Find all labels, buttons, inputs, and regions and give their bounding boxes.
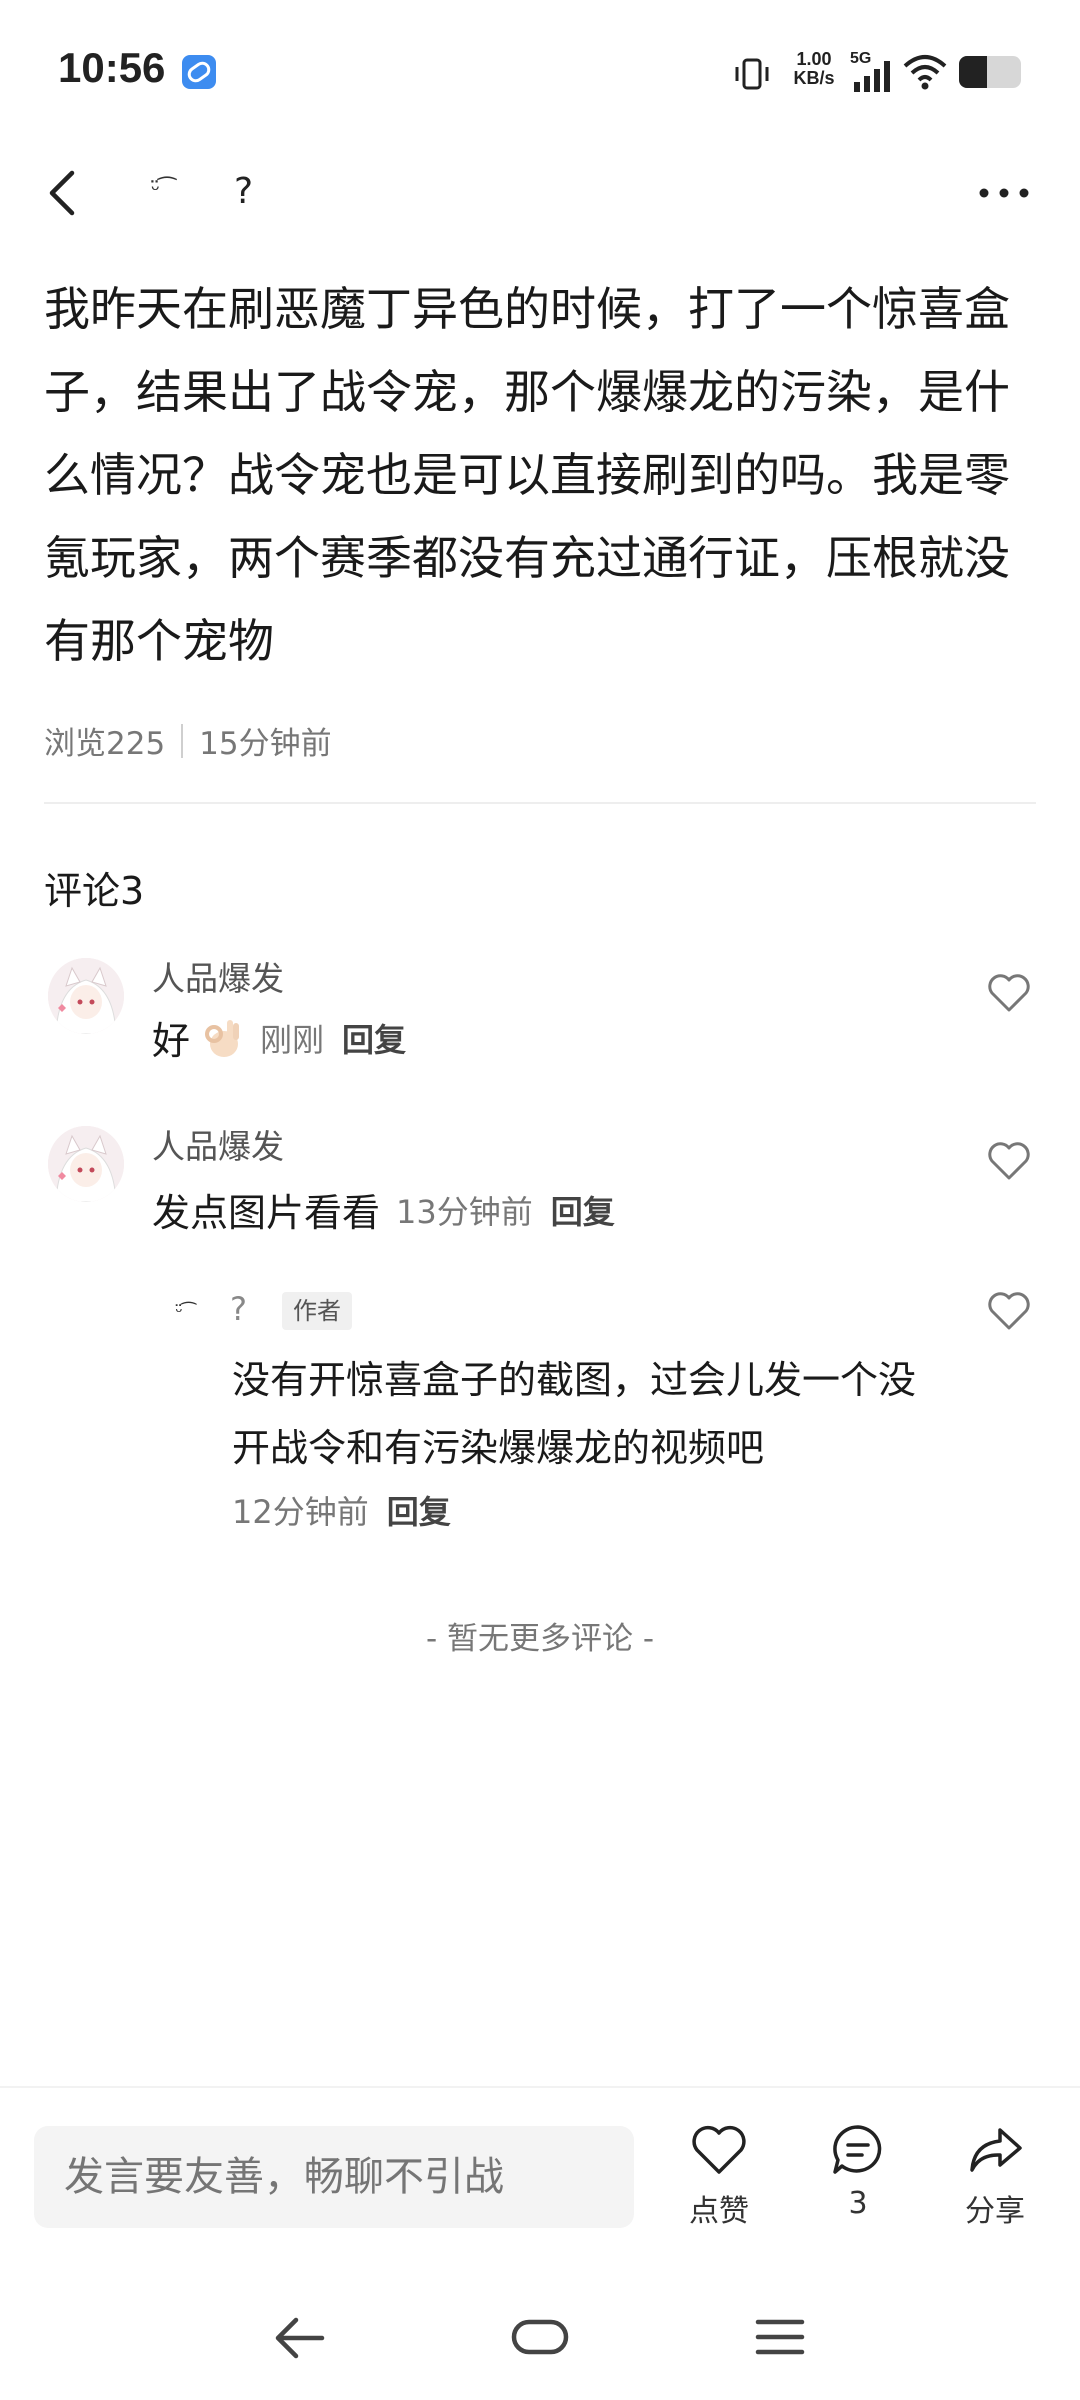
like-label: 点赞 bbox=[689, 2194, 749, 2229]
reply-avatar[interactable]: ᵕ̈ ͡ bbox=[160, 1296, 204, 1330]
view-count: 浏览225 bbox=[44, 726, 166, 762]
commenter-name[interactable]: 人品爆发 bbox=[152, 952, 284, 1000]
reply-author-name[interactable]: ? bbox=[230, 1290, 247, 1328]
heart-icon bbox=[692, 2125, 746, 2174]
commenter-name[interactable]: 人品爆发 bbox=[152, 1120, 284, 1168]
like-icon[interactable] bbox=[986, 1140, 1032, 1182]
comments-title: 评论3 bbox=[44, 869, 145, 913]
share-label: 分享 bbox=[965, 2194, 1025, 2229]
back-icon[interactable] bbox=[40, 165, 90, 221]
comment-input[interactable] bbox=[34, 2126, 634, 2228]
comment-time: 13分钟前 bbox=[396, 1192, 533, 1231]
avatar[interactable] bbox=[48, 1126, 124, 1202]
comment-item: 人品爆发 好 刚刚 回复 bbox=[0, 952, 1080, 1072]
reply-button[interactable]: 回复 bbox=[387, 1487, 451, 1533]
status-bar: 10:56 1.00 KB/s 5G bbox=[0, 0, 1080, 140]
nav-back-icon[interactable] bbox=[270, 2310, 330, 2366]
share-button[interactable]: 分享 bbox=[940, 2122, 1050, 2230]
comment-time: 刚刚 bbox=[260, 1020, 325, 1059]
reply-button[interactable]: 回复 bbox=[342, 1015, 406, 1061]
nav-home-icon[interactable] bbox=[510, 2314, 570, 2360]
comment-body: 好 刚刚 回复 bbox=[152, 1010, 406, 1065]
net-speed: 1.00 KB/s bbox=[793, 49, 835, 88]
app-notification-icon bbox=[182, 55, 216, 89]
comment-item: 人品爆发 发点图片看看 13分钟前 回复 bbox=[0, 1120, 1080, 1240]
comment-text: 发点图片看看 bbox=[152, 1191, 381, 1235]
battery-icon bbox=[959, 56, 1021, 88]
section-divider bbox=[44, 802, 1036, 804]
ok-hand-emoji bbox=[205, 1019, 240, 1057]
avatar[interactable] bbox=[48, 958, 124, 1034]
reply-button[interactable]: 回复 bbox=[551, 1187, 615, 1233]
top-bar: ᵕ̈ ͡ ? bbox=[0, 145, 1080, 241]
author-name[interactable]: ? bbox=[234, 171, 253, 212]
reply-time: 12分钟前 bbox=[232, 1493, 369, 1531]
author-avatar[interactable]: ᵕ̈ ͡ bbox=[130, 167, 188, 215]
post-time: 15分钟前 bbox=[199, 726, 332, 762]
comment-body: 发点图片看看 13分钟前 回复 bbox=[152, 1182, 615, 1237]
status-time: 10:56 bbox=[58, 44, 166, 91]
reply-meta: 12分钟前 回复 bbox=[232, 1487, 451, 1533]
comment-icon bbox=[833, 2125, 882, 2174]
wifi-icon bbox=[903, 55, 947, 90]
share-icon bbox=[970, 2128, 1022, 2172]
more-icon[interactable] bbox=[976, 173, 1032, 213]
post-content: 我昨天在刷恶魔丁异色的时候，打了一个惊喜盒子，结果出了战令宠，那个爆爆龙的污染，… bbox=[44, 282, 1010, 668]
comment-text: 好 bbox=[152, 1019, 191, 1063]
like-button[interactable]: 点赞 bbox=[664, 2122, 774, 2230]
meta-divider bbox=[181, 723, 184, 758]
comment-count: 3 bbox=[848, 2186, 868, 2221]
signal-icon: 5G bbox=[848, 50, 896, 94]
like-icon[interactable] bbox=[986, 972, 1032, 1014]
author-badge: 作者 bbox=[282, 1292, 352, 1330]
nav-menu-icon[interactable] bbox=[752, 2314, 808, 2360]
reply-text: 没有开惊喜盒子的截图，过会儿发一个没开战令和有污染爆爆龙的视频吧 bbox=[232, 1358, 917, 1470]
post-meta: 浏览225 15分钟前 bbox=[44, 718, 332, 763]
vibrate-icon bbox=[735, 58, 769, 90]
like-icon[interactable] bbox=[986, 1290, 1032, 1332]
no-more-comments: - 暂无更多评论 - bbox=[425, 1621, 655, 1657]
comment-button[interactable]: 3 bbox=[803, 2122, 913, 2221]
bottom-divider bbox=[0, 2086, 1080, 2088]
